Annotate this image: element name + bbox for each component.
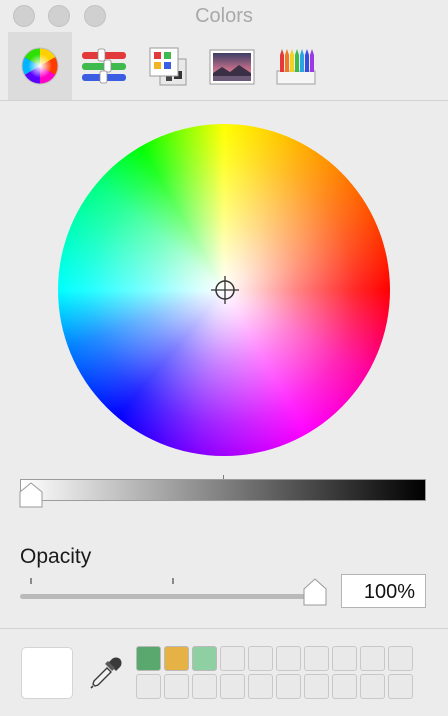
color-swatch[interactable] bbox=[360, 674, 385, 699]
color-swatch[interactable] bbox=[360, 646, 385, 671]
color-swatch[interactable] bbox=[220, 646, 245, 671]
color-swatch[interactable] bbox=[304, 674, 329, 699]
tab-pencils[interactable] bbox=[264, 32, 328, 100]
tab-image-palettes[interactable] bbox=[200, 32, 264, 100]
tab-color-palettes[interactable] bbox=[136, 32, 200, 100]
current-color-well[interactable] bbox=[21, 647, 73, 699]
color-swatch[interactable] bbox=[332, 646, 357, 671]
opacity-slider[interactable] bbox=[20, 594, 316, 599]
color-swatch[interactable] bbox=[136, 674, 161, 699]
title-bar: Colors bbox=[0, 0, 448, 32]
toolbar bbox=[0, 32, 448, 100]
pencils-icon bbox=[276, 49, 316, 85]
color-swatch[interactable] bbox=[192, 674, 217, 699]
tab-color-wheel[interactable] bbox=[8, 32, 72, 100]
tab-color-sliders[interactable] bbox=[72, 32, 136, 100]
brightness-slider[interactable] bbox=[20, 479, 426, 501]
opacity-slider-knob[interactable] bbox=[303, 578, 327, 606]
opacity-label: Opacity bbox=[20, 545, 92, 568]
window-title: Colors bbox=[195, 5, 253, 27]
color-swatch[interactable] bbox=[164, 646, 189, 671]
color-swatch[interactable] bbox=[248, 674, 273, 699]
color-swatch[interactable] bbox=[220, 674, 245, 699]
color-swatch[interactable] bbox=[304, 646, 329, 671]
color-swatch[interactable] bbox=[164, 674, 189, 699]
color-swatch[interactable] bbox=[332, 674, 357, 699]
color-swatch[interactable] bbox=[276, 646, 301, 671]
color-sliders-icon bbox=[82, 48, 126, 84]
crosshair-icon bbox=[211, 276, 239, 304]
color-palettes-icon bbox=[149, 47, 187, 86]
image-palettes-icon bbox=[209, 49, 255, 85]
brightness-slider-knob[interactable] bbox=[19, 482, 43, 508]
color-swatch[interactable] bbox=[136, 646, 161, 671]
bottom-divider bbox=[0, 628, 448, 629]
color-wheel-icon bbox=[21, 47, 59, 85]
color-swatch[interactable] bbox=[276, 674, 301, 699]
color-swatch[interactable] bbox=[248, 646, 273, 671]
toolbar-divider bbox=[0, 100, 448, 101]
opacity-tick bbox=[30, 578, 32, 584]
color-swatch[interactable] bbox=[388, 646, 413, 671]
color-swatch[interactable] bbox=[388, 674, 413, 699]
opacity-value-field[interactable]: 100% bbox=[341, 574, 426, 608]
opacity-tick bbox=[172, 578, 174, 584]
eyedropper-icon[interactable] bbox=[88, 655, 124, 691]
color-swatch[interactable] bbox=[192, 646, 217, 671]
